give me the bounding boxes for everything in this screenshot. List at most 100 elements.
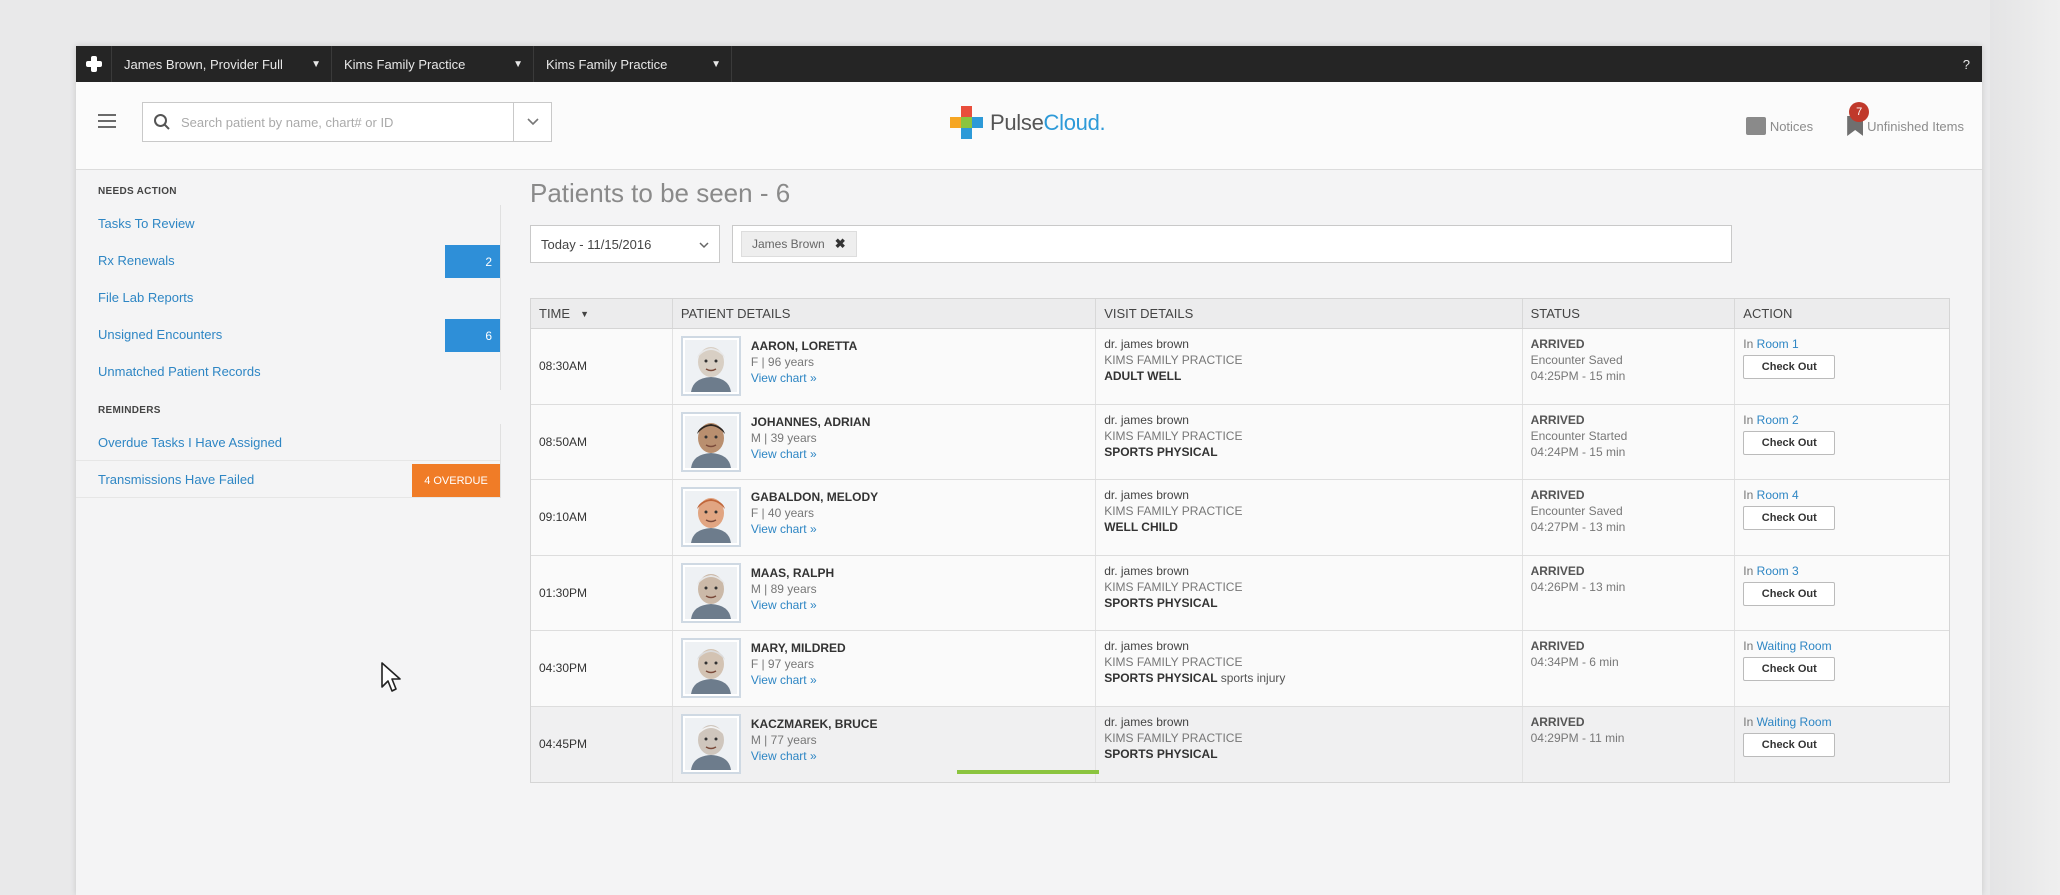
provider-chip: James Brown ✖ <box>741 231 857 257</box>
sidebar-item-label: Rx Renewals <box>98 253 175 268</box>
view-chart-link[interactable]: View chart » <box>751 371 857 385</box>
patient-photo[interactable] <box>680 336 741 397</box>
visit-details: dr. james brown KIMS FAMILY PRACTICE SPO… <box>1096 404 1523 479</box>
remove-chip-icon[interactable]: ✖ <box>835 236 846 252</box>
row-actions: In Waiting Room Check Out <box>1735 631 1949 706</box>
sidebar-item-tasks-to-review[interactable]: Tasks To Review <box>76 205 500 242</box>
column-header-time[interactable]: TIME ▼ <box>531 299 673 328</box>
status-label: ARRIVED <box>1530 639 1585 653</box>
sidebar-item-rx-renewals[interactable]: Rx Renewals 2 <box>76 242 500 279</box>
sidebar-item-label: Transmissions Have Failed <box>98 471 255 487</box>
sidebar-item-unmatched-patient-records[interactable]: Unmatched Patient Records <box>76 353 500 390</box>
app-plus-icon[interactable] <box>76 46 112 82</box>
status-detail: Encounter Started <box>1530 428 1628 443</box>
header-actions: Notices 7 Unfinished Items <box>1745 102 1964 136</box>
status-label: ARRIVED <box>1530 412 1585 427</box>
logo-cross-icon <box>950 106 984 140</box>
appointment-time: 04:45PM <box>531 706 673 782</box>
patient-name: JOHANNES, ADRIAN <box>750 414 871 429</box>
patient-demographics: M | 89 years <box>750 581 817 596</box>
unfinished-items-button[interactable]: 7 Unfinished Items <box>1847 102 1964 136</box>
room-link[interactable]: Waiting Room <box>1757 639 1832 653</box>
status-detail: Encounter Saved <box>1530 353 1623 367</box>
user-selector[interactable]: James Brown, Provider Full ▼ <box>112 46 332 82</box>
reminders-heading: REMINDERS <box>98 405 161 416</box>
sidebar-item-label: Tasks To Review <box>98 216 195 231</box>
visit-practice: KIMS FAMILY PRACTICE <box>1104 428 1243 443</box>
practice-selector-1[interactable]: Kims Family Practice ▼ <box>332 46 534 82</box>
view-chart-link[interactable]: View chart » <box>751 522 878 536</box>
search-icon <box>143 113 181 131</box>
check-out-button[interactable]: Check Out <box>1743 581 1836 606</box>
visit-doctor: dr. james brown <box>1104 714 1189 729</box>
chevron-down-icon <box>699 237 709 252</box>
visit-practice: KIMS FAMILY PRACTICE <box>1104 579 1243 594</box>
patient-photo[interactable] <box>680 714 741 775</box>
status-time: 04:27PM - 13 min <box>1530 520 1626 534</box>
patient-photo[interactable] <box>680 411 741 472</box>
column-header-status: STATUS <box>1523 299 1736 328</box>
patient-demographics: F | 96 years <box>750 355 814 370</box>
table-row: 04:45PM KACZMAREK, BRUCE M | 77 years Vi… <box>531 706 1949 783</box>
visit-details: dr. james brown KIMS FAMILY PRACTICE WEL… <box>1096 480 1523 555</box>
patient-photo[interactable] <box>680 487 741 548</box>
help-button[interactable]: ? <box>1963 57 1982 72</box>
appointment-time: 04:30PM <box>531 631 673 706</box>
practice-selector-1-label: Kims Family Practice <box>344 56 466 72</box>
room-link[interactable]: Room 3 <box>1757 564 1799 578</box>
row-actions: In Room 1 Check Out <box>1735 329 1949 404</box>
view-chart-link[interactable]: View chart » <box>751 447 871 461</box>
sidebar-item-label: Unmatched Patient Records <box>98 364 261 379</box>
view-chart-link[interactable]: View chart » <box>751 673 846 687</box>
view-chart-link[interactable]: View chart » <box>751 749 878 763</box>
visit-practice: KIMS FAMILY PRACTICE <box>1104 353 1243 367</box>
unfinished-count-badge: 7 <box>1849 102 1870 122</box>
visit-practice: KIMS FAMILY PRACTICE <box>1104 655 1243 669</box>
row-actions: In Waiting Room Check Out <box>1735 707 1949 783</box>
check-out-button[interactable]: Check Out <box>1743 430 1836 455</box>
patient-details: MARY, MILDRED F | 97 years View chart » <box>673 631 1097 706</box>
notices-button[interactable]: Notices <box>1745 117 1813 135</box>
room-link[interactable]: Room 2 <box>1757 413 1799 427</box>
sidebar-item-file-lab-reports[interactable]: File Lab Reports <box>76 279 500 316</box>
date-filter-select[interactable]: Today - 11/15/2016 <box>530 225 720 263</box>
room-link[interactable]: Room 4 <box>1757 488 1799 502</box>
patient-details: JOHANNES, ADRIAN M | 39 years View chart… <box>673 404 1097 479</box>
date-filter-value: Today - 11/15/2016 <box>541 236 652 252</box>
provider-filter-box[interactable]: James Brown ✖ <box>732 225 1732 263</box>
visit-doctor: dr. james brown <box>1104 488 1189 502</box>
visit-details: dr. james brown KIMS FAMILY PRACTICE SPO… <box>1096 555 1523 630</box>
check-out-button[interactable]: Check Out <box>1743 506 1836 530</box>
sidebar: NEEDS ACTION Tasks To Review Rx Renewals… <box>76 171 501 895</box>
room-link[interactable]: Waiting Room <box>1757 715 1832 729</box>
sidebar-item-overdue-tasks[interactable]: Overdue Tasks I Have Assigned <box>76 424 500 461</box>
status-time: 04:25PM - 15 min <box>1530 369 1626 383</box>
practice-selector-2[interactable]: Kims Family Practice ▼ <box>534 46 732 82</box>
room-location: In Room 1 <box>1743 337 1799 351</box>
search-input[interactable] <box>181 104 513 140</box>
notices-icon <box>1745 117 1766 135</box>
check-out-button[interactable]: Check Out <box>1743 355 1836 379</box>
status-label: ARRIVED <box>1530 337 1585 351</box>
room-location: In Waiting Room <box>1743 714 1832 729</box>
row-actions: In Room 2 Check Out <box>1735 405 1949 480</box>
patient-demographics: M | 39 years <box>750 430 817 445</box>
mouse-cursor-icon <box>380 661 401 692</box>
status-label: ARRIVED <box>1530 488 1585 502</box>
sidebar-item-label: Unsigned Encounters <box>98 327 223 342</box>
patients-table: TIME ▼ PATIENT DETAILS VISIT DETAILS STA… <box>530 298 1950 783</box>
patient-photo[interactable] <box>680 562 741 623</box>
patient-photo[interactable] <box>680 638 741 699</box>
check-out-button[interactable]: Check Out <box>1743 732 1836 757</box>
sidebar-item-transmissions-failed[interactable]: Transmissions Have Failed 4 OVERDUE <box>76 461 500 498</box>
patient-details: AARON, LORETTA F | 96 years View chart » <box>673 329 1097 404</box>
check-out-button[interactable]: Check Out <box>1743 657 1836 681</box>
sidebar-item-unsigned-encounters[interactable]: Unsigned Encounters 6 <box>76 316 500 353</box>
menu-icon[interactable] <box>98 114 116 128</box>
page-title: Patients to be seen - 6 <box>530 178 791 208</box>
search-dropdown-icon[interactable] <box>513 103 551 141</box>
appointment-time: 08:50AM <box>531 404 673 479</box>
view-chart-link[interactable]: View chart » <box>751 598 834 612</box>
status-label: ARRIVED <box>1530 714 1585 729</box>
room-link[interactable]: Room 1 <box>1757 337 1799 351</box>
